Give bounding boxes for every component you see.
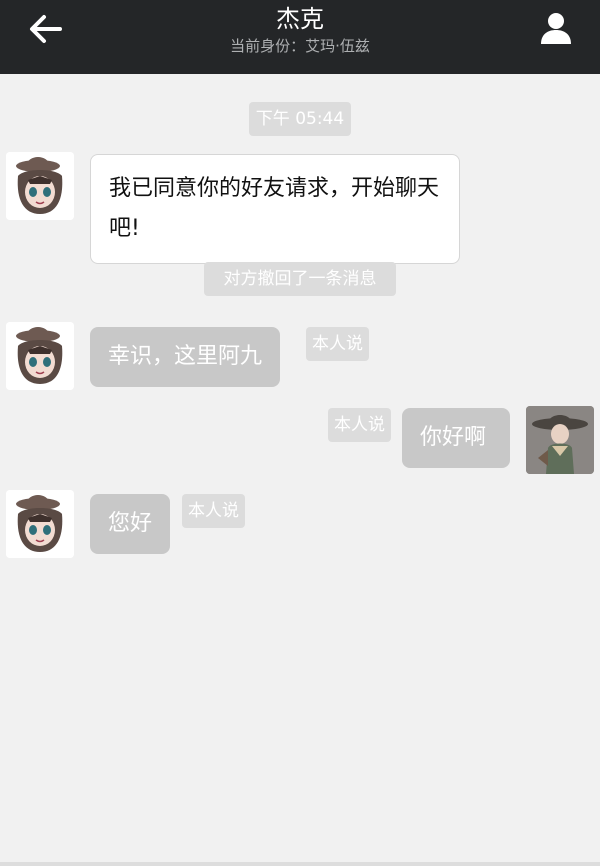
speaker-tag: 本人说	[182, 494, 245, 528]
user-icon	[541, 13, 571, 44]
contact-avatar[interactable]	[6, 490, 74, 558]
anime-character-avatar-icon	[6, 322, 74, 390]
message-bubble[interactable]: 你好啊	[402, 408, 510, 468]
message-bubble[interactable]: 我已同意你的好友请求，开始聊天吧!	[90, 154, 460, 264]
bottom-divider	[0, 862, 600, 866]
message-bubble[interactable]: 您好	[90, 494, 171, 554]
contact-avatar[interactable]	[6, 152, 74, 220]
recall-notice: 对方撤回了一条消息	[204, 262, 396, 296]
self-avatar[interactable]	[526, 406, 594, 474]
speaker-tag: 本人说	[306, 327, 369, 361]
anime-character-avatar-icon	[6, 152, 74, 220]
top-bar: 杰克 当前身份：艾玛·伍兹	[0, 0, 600, 74]
chat-area[interactable]: 下午 05:44 我已同意你的好友请求，开始聊天吧! 对方撤回了一条消息 幸识，…	[0, 74, 600, 866]
chat-title: 杰克	[276, 5, 324, 33]
timestamp-label: 下午 05:44	[249, 102, 351, 136]
contact-avatar[interactable]	[6, 322, 74, 390]
profile-button[interactable]	[538, 10, 574, 46]
speaker-tag: 本人说	[328, 408, 391, 442]
character-portrait-avatar-icon	[526, 406, 594, 474]
current-identity: 当前身份：艾玛·伍兹	[230, 37, 370, 55]
message-bubble[interactable]: 幸识，这里阿九	[90, 327, 281, 387]
anime-character-avatar-icon	[6, 490, 74, 558]
